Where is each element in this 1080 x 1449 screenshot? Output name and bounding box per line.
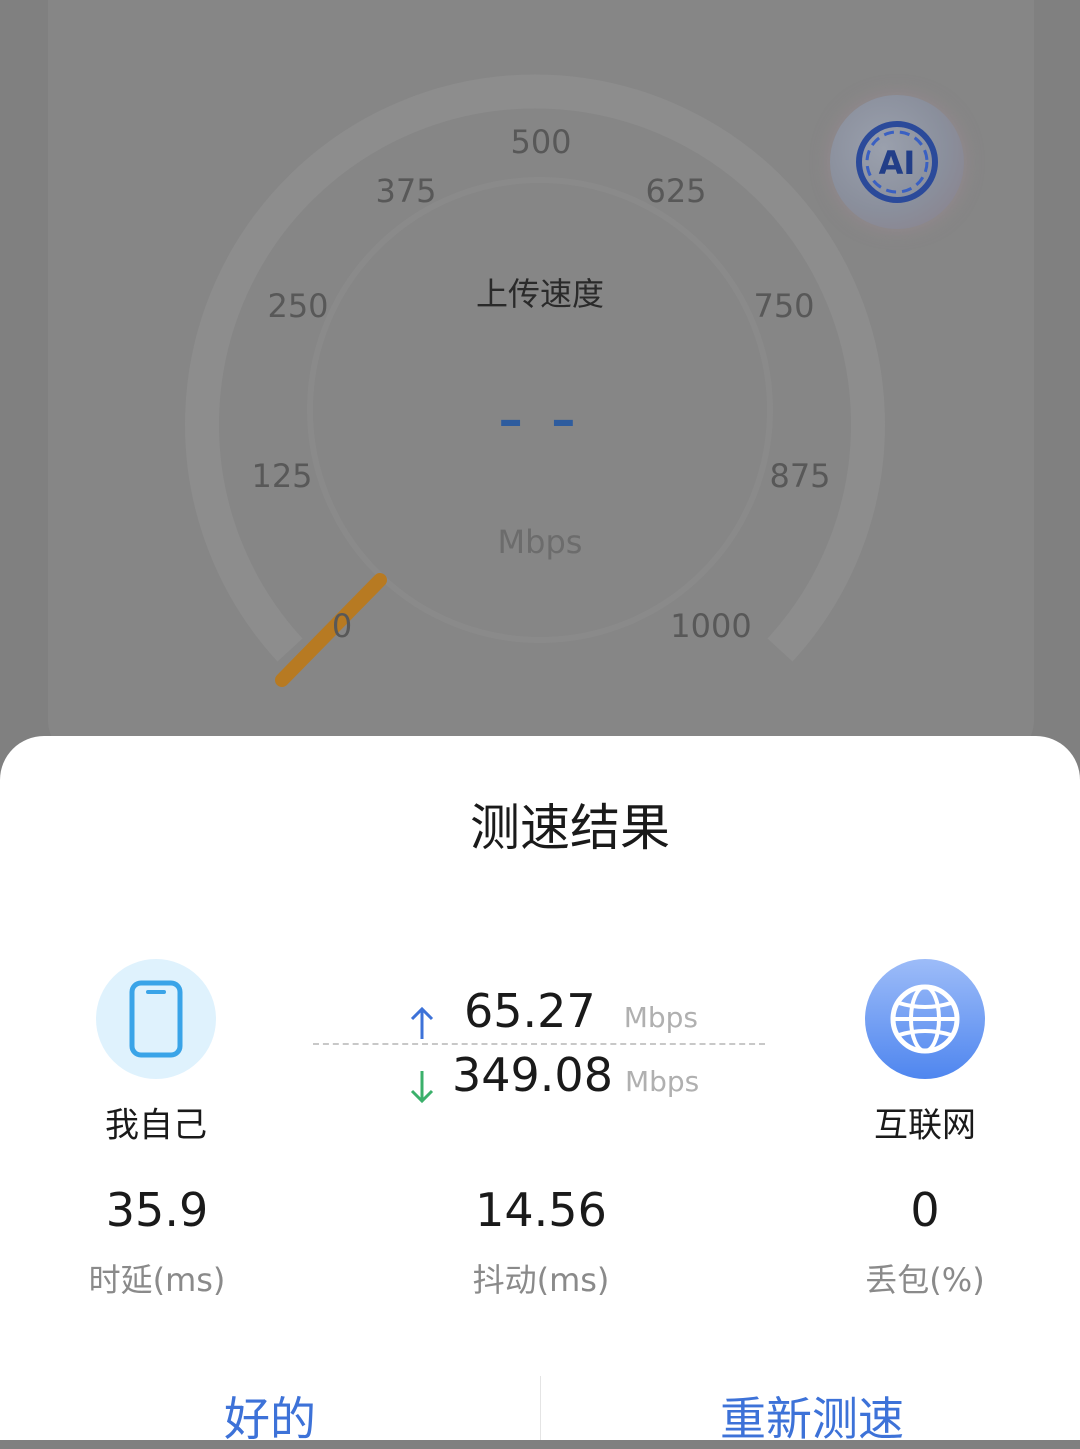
download-speed-value: 349.08 <box>452 1048 613 1102</box>
upload-row: 65.27 Mbps <box>408 984 698 1043</box>
upload-speed-unit: Mbps <box>623 1001 698 1034</box>
gauge-value: – – <box>498 392 582 448</box>
retest-button[interactable]: 重新测速 <box>720 1383 904 1449</box>
button-divider <box>540 1376 541 1440</box>
result-sheet: 测速结果 我自己 65.27 Mbps 349.08 Mbps 互联网 35.9 时… <box>0 736 1080 1446</box>
gauge-tick-625: 625 <box>645 172 707 210</box>
ai-icon: AI <box>856 121 938 203</box>
gauge-tick-750: 750 <box>753 287 815 325</box>
gauge-tick-500: 500 <box>510 123 572 161</box>
result-title: 测速结果 <box>470 799 670 857</box>
jitter-value: 14.56 <box>475 1183 607 1237</box>
ai-badge-label: AI <box>879 144 916 182</box>
download-speed-unit: Mbps <box>624 1065 700 1098</box>
gauge-tick-0: 0 <box>331 607 353 645</box>
gauge-tick-1000: 1000 <box>670 607 752 645</box>
connection-line <box>313 1043 765 1045</box>
latency-label: 时延(ms) <box>88 1261 226 1299</box>
upload-arrow-icon <box>410 1006 434 1039</box>
packet-loss-value: 0 <box>910 1183 940 1237</box>
ai-assistant-button[interactable]: AI <box>830 95 964 229</box>
upload-speed-value: 65.27 <box>464 984 596 1038</box>
self-node <box>96 959 216 1079</box>
packet-loss-label: 丢包(%) <box>865 1261 985 1299</box>
globe-icon <box>890 984 960 1054</box>
jitter-label: 抖动(ms) <box>472 1261 610 1299</box>
internet-label: 互联网 <box>874 1105 976 1146</box>
gauge-unit: Mbps <box>497 523 583 561</box>
latency-value: 35.9 <box>105 1183 209 1237</box>
gauge-tick-875: 875 <box>769 457 831 495</box>
download-row: 349.08 Mbps <box>408 1048 699 1107</box>
gauge-tick-125: 125 <box>251 457 313 495</box>
gauge-title: 上传速度 <box>475 275 605 313</box>
gauge-tick-375: 375 <box>375 172 437 210</box>
ok-button[interactable]: 好的 <box>224 1383 316 1449</box>
phone-icon <box>129 980 183 1058</box>
gauge-tick-250: 250 <box>267 287 329 325</box>
self-label: 我自己 <box>105 1105 207 1146</box>
download-arrow-icon <box>410 1070 434 1103</box>
internet-node <box>865 959 985 1079</box>
